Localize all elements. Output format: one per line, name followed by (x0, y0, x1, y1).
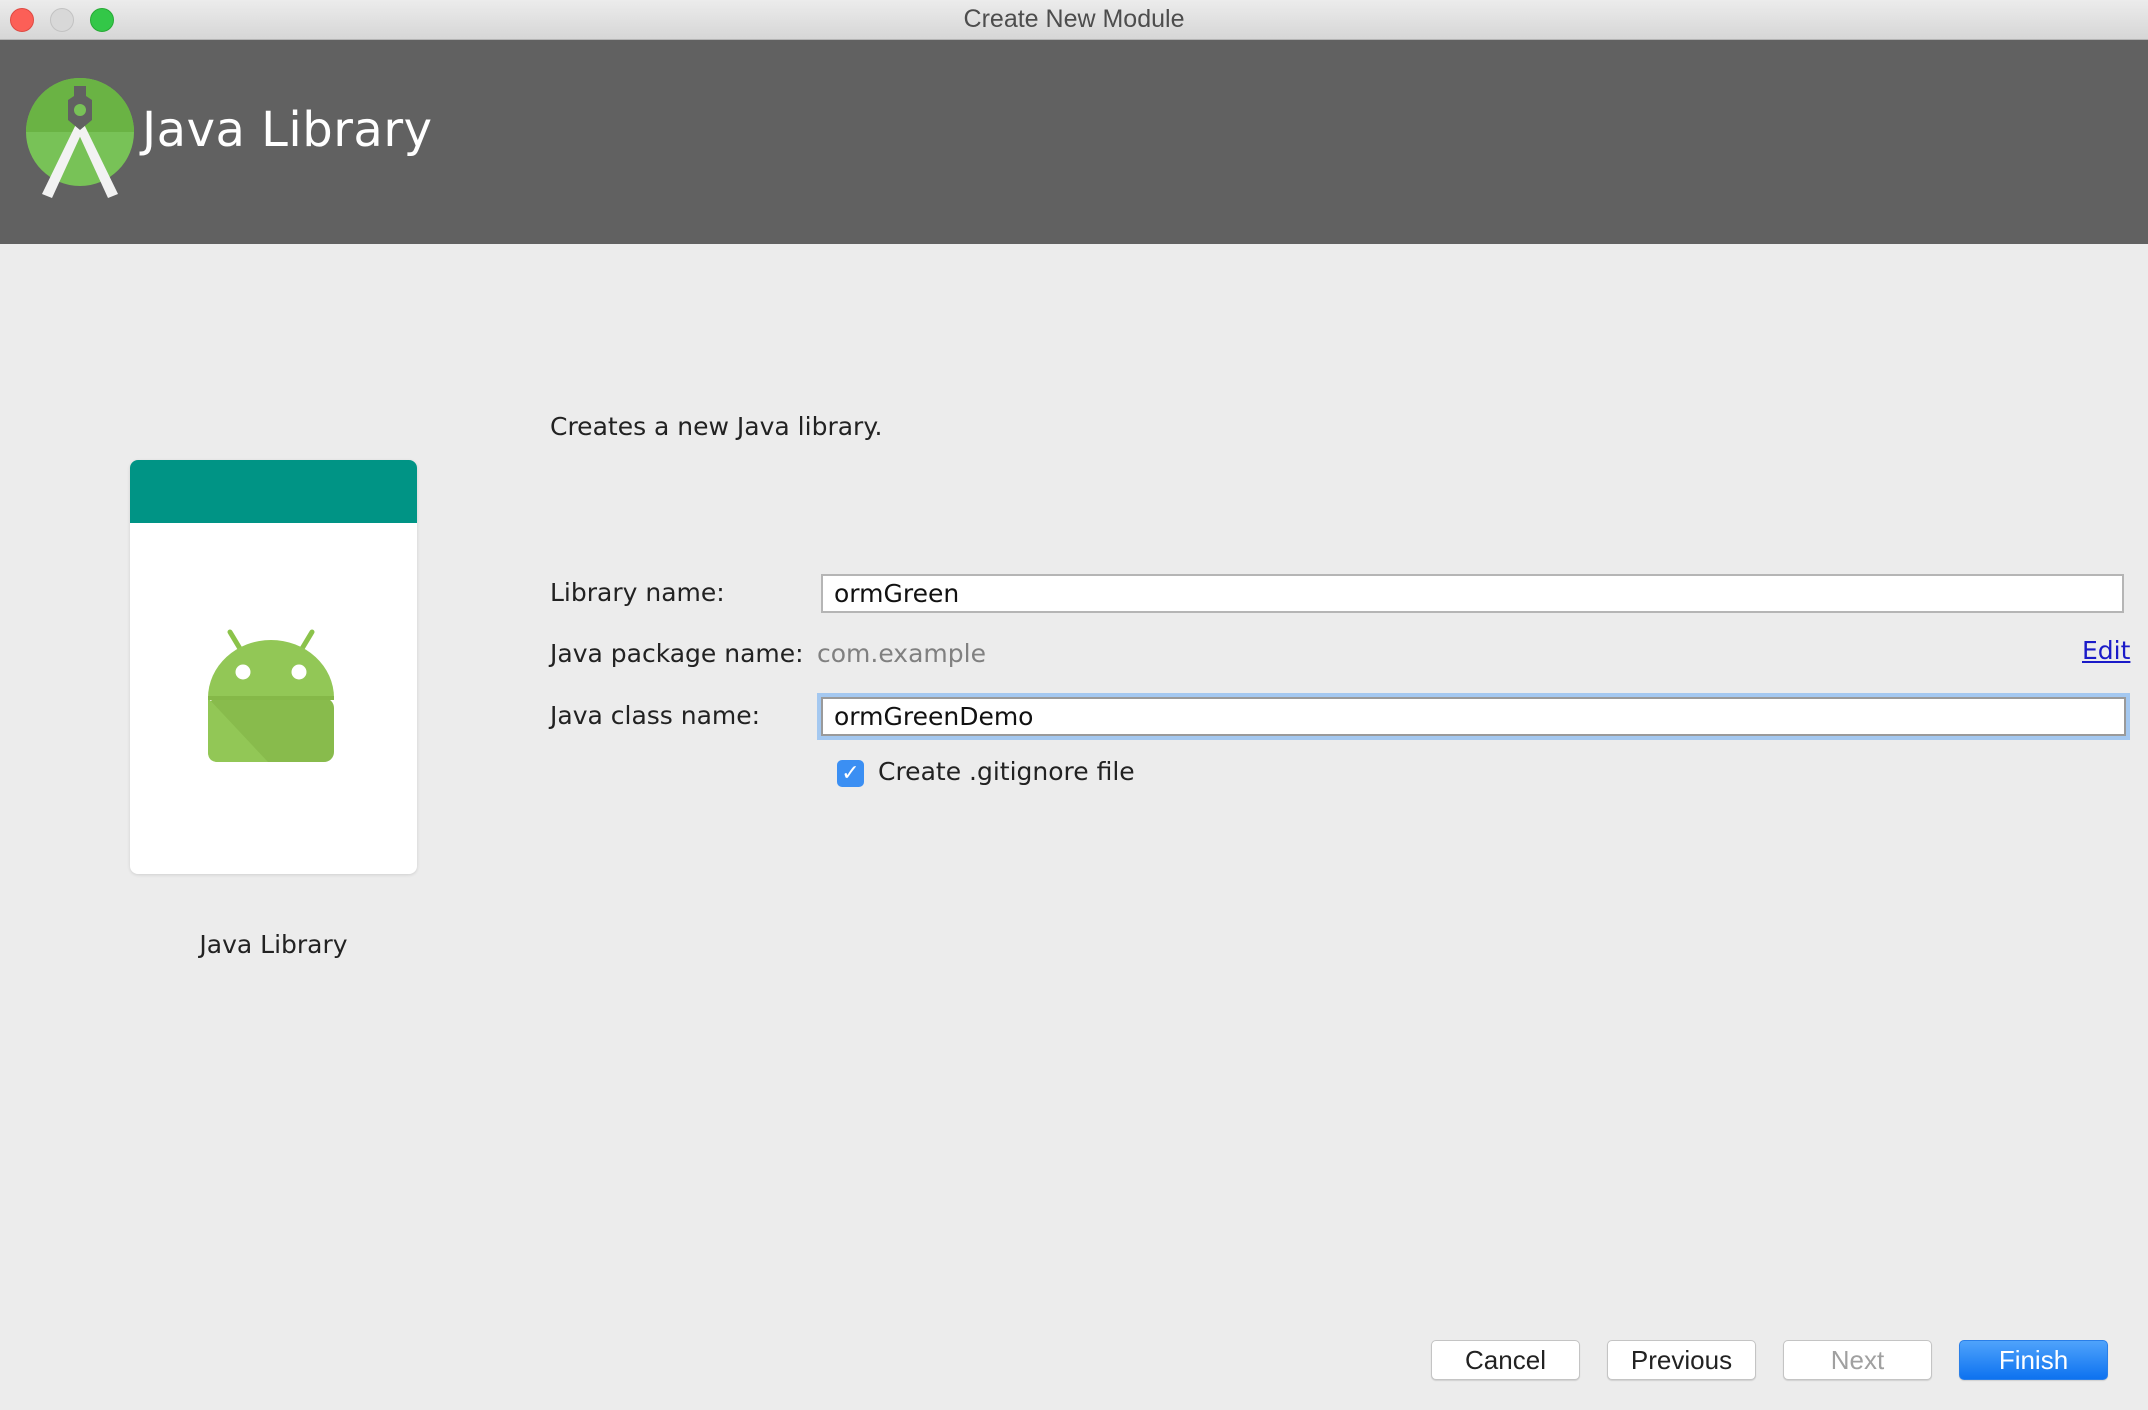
class-name-label: Java class name: (550, 701, 761, 730)
cancel-button[interactable]: Cancel (1431, 1340, 1580, 1380)
edit-package-link[interactable]: Edit (2082, 636, 2130, 665)
gitignore-label[interactable]: Create .gitignore file (878, 757, 1135, 786)
library-name-label: Library name: (550, 578, 725, 607)
android-studio-logo-icon (26, 78, 134, 198)
class-name-input[interactable] (821, 697, 2126, 736)
android-robot-icon (208, 629, 334, 762)
previous-button[interactable]: Previous (1607, 1340, 1756, 1380)
template-card-bar (130, 460, 417, 523)
package-name-value: com.example (817, 639, 986, 668)
window-titlebar: Create New Module (0, 0, 2148, 40)
header-title: Java Library (142, 102, 433, 158)
next-button[interactable]: Next (1783, 1340, 1932, 1380)
template-card-label: Java Library (199, 930, 348, 959)
window-title: Create New Module (963, 5, 1185, 33)
gitignore-checkbox[interactable]: ✓ (837, 760, 864, 787)
module-description: Creates a new Java library. (550, 412, 883, 441)
finish-button[interactable]: Finish (1959, 1340, 2108, 1380)
library-name-input[interactable] (821, 574, 2124, 613)
package-name-label: Java package name: (550, 639, 804, 668)
template-preview-card (130, 460, 417, 874)
checkmark-icon: ✓ (841, 761, 860, 786)
wizard-header: Java Library (0, 40, 2148, 244)
